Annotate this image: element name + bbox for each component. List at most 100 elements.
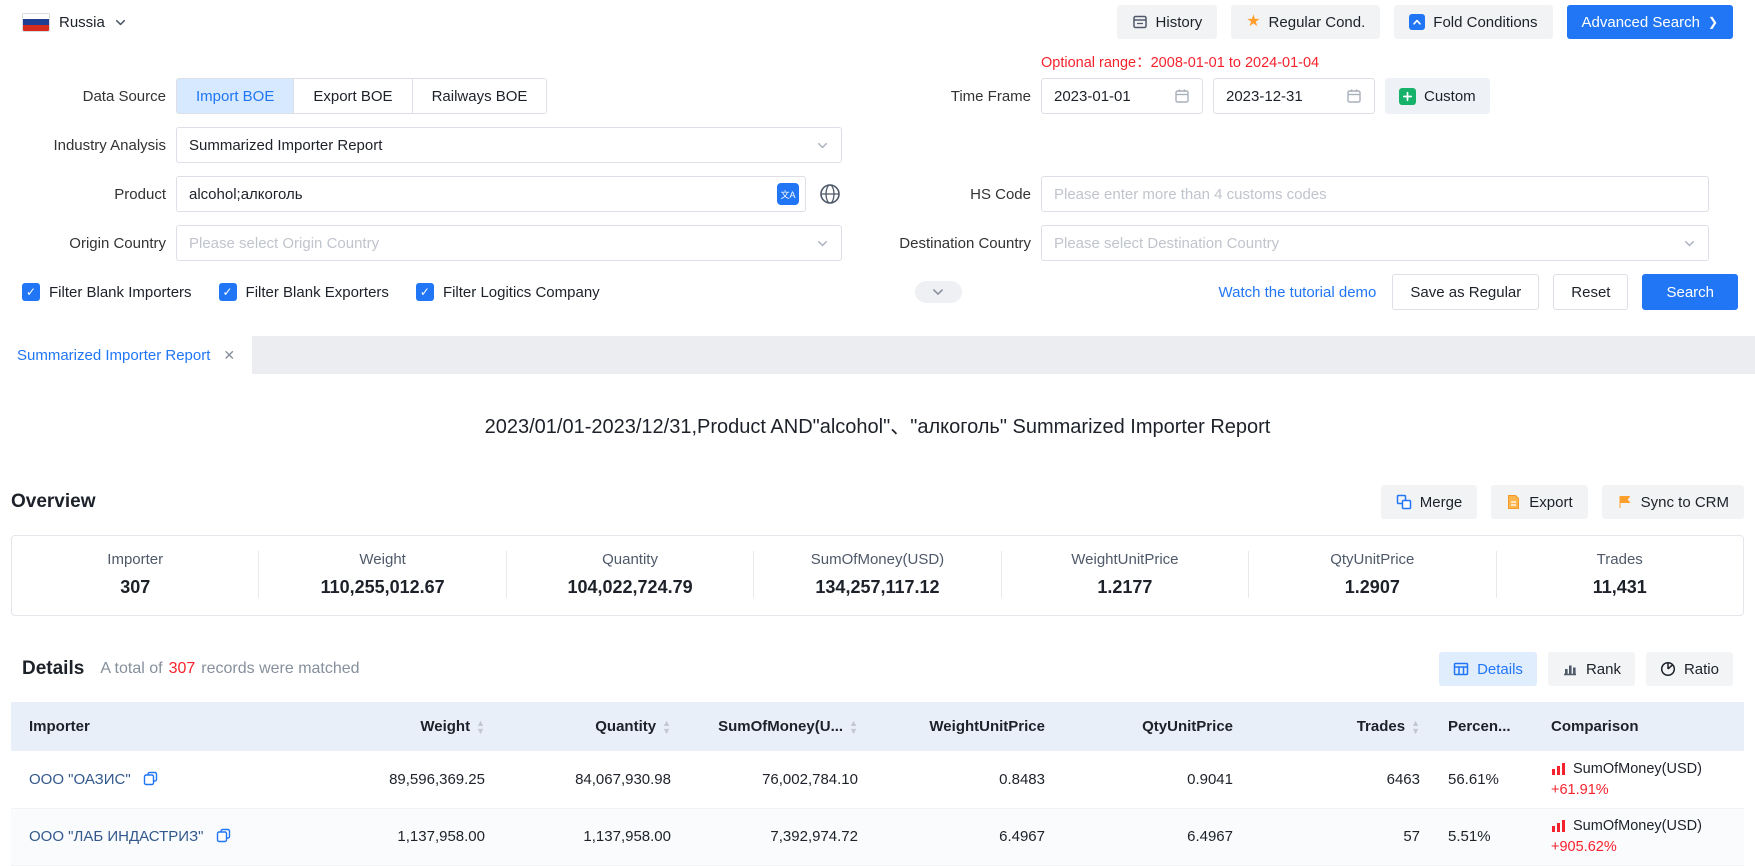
sync-to-crm-label: Sync to CRM [1641,494,1729,511]
details-table: Importer Weight▲▼ Quantity▲▼ SumOfMoney(… [11,702,1744,866]
chevron-down-icon [114,16,127,29]
sort-icon[interactable]: ▲▼ [476,719,485,735]
stat-value: 134,257,117.12 [754,577,1000,598]
collapse-toggle[interactable] [915,281,962,303]
tab-import-boe[interactable]: Import BOE [177,79,293,113]
qty-unit-price-cell: 6.4967 [1063,808,1251,865]
filter-blank-exporters-checkbox[interactable]: ✓ Filter Blank Exporters [219,283,389,301]
tab-summarized-importer-report[interactable]: Summarized Importer Report ✕ [0,336,252,374]
col-sum-of-money[interactable]: SumOfMoney(U...▲▼ [689,702,876,751]
table-row: ООО "ОАЗИС" 89,596,369.25 84,067,930.98 … [11,751,1744,808]
search-form: Optional range：2008-01-01 to 2024-01-04 … [0,44,1755,310]
col-weight-label: Weight [420,718,470,735]
filter-blank-importers-label: Filter Blank Importers [49,284,192,301]
comparison-label: SumOfMoney(USD) [1573,761,1702,777]
custom-range-button[interactable]: Custom [1385,78,1490,114]
form-row-product: Product 文A HS Code [0,176,1755,212]
view-details-label: Details [1477,661,1523,678]
sort-icon[interactable]: ▲▼ [1411,719,1420,735]
industry-analysis-select[interactable]: Summarized Importer Report [176,127,842,163]
view-ratio-label: Ratio [1684,661,1719,678]
matched-records-text: A total of307records were matched [100,660,359,678]
destination-country-label: Destination Country [842,235,1031,252]
col-trades-label: Trades [1357,718,1405,735]
col-quantity[interactable]: Quantity ▲▼ [503,702,689,751]
reset-button[interactable]: Reset [1553,274,1628,310]
importer-name-link[interactable]: ООО "ОАЗИС" [29,771,131,788]
origin-country-select[interactable]: Please select Origin Country [176,225,842,261]
star-icon: ★ [1246,14,1260,30]
form-row-countries: Origin Country Please select Origin Coun… [0,225,1755,261]
tab-railways-boe[interactable]: Railways BOE [412,79,547,113]
product-input[interactable] [176,176,806,212]
tab-close-icon[interactable]: ✕ [223,347,235,364]
col-quantity-label: Quantity [595,718,656,735]
sum-cell: 76,002,784.10 [689,751,876,808]
stat-sum-of-money: SumOfMoney(USD) 134,257,117.12 [754,551,1001,598]
advanced-search-button[interactable]: Advanced Search ❯ [1567,5,1733,39]
destination-country-select[interactable]: Please select Destination Country [1041,225,1709,261]
checkbox-check-icon: ✓ [219,283,237,301]
data-source-tabs: Import BOE Export BOE Railways BOE [176,78,547,114]
destination-country-placeholder: Please select Destination Country [1054,235,1279,252]
time-frame-label: Time Frame [842,88,1031,105]
rank-icon [1562,661,1578,677]
comparison-value: +905.62% [1551,839,1743,855]
export-button[interactable]: Export [1491,485,1587,519]
hs-code-input[interactable] [1041,176,1709,212]
importer-name-link[interactable]: ООО "ЛАБ ИНДАСТРИЗ" [29,828,203,845]
matched-count: 307 [169,660,196,677]
language-globe-icon[interactable] [818,182,842,206]
view-details-button[interactable]: Details [1439,652,1537,686]
stat-value: 104,022,724.79 [507,577,753,598]
stat-label: SumOfMoney(USD) [754,551,1000,568]
form-row-datasource: Data Source Import BOE Export BOE Railwa… [0,78,1755,114]
filter-blank-importers-checkbox[interactable]: ✓ Filter Blank Importers [22,283,192,301]
tab-title: Summarized Importer Report [17,347,210,364]
overview-header: Overview Merge Export Sync to CRM [0,485,1755,519]
date-to-input[interactable]: 2023-12-31 [1213,78,1375,114]
save-as-regular-button[interactable]: Save as Regular [1392,274,1539,310]
date-from-input[interactable]: 2023-01-01 [1041,78,1203,114]
fold-conditions-button[interactable]: Fold Conditions [1394,5,1552,39]
copy-icon[interactable] [216,828,231,843]
view-switcher: Details Rank Ratio [1439,652,1733,686]
history-button[interactable]: History [1117,5,1218,39]
regular-cond-label: Regular Cond. [1269,14,1366,31]
filter-logitics-company-checkbox[interactable]: ✓ Filter Logitics Company [416,283,600,301]
sync-to-crm-button[interactable]: Sync to CRM [1602,485,1744,519]
regular-cond-button[interactable]: ★ Regular Cond. [1231,5,1380,39]
qty-unit-price-cell: 0.9041 [1063,751,1251,808]
origin-country-label: Origin Country [0,235,166,252]
stat-importer: Importer 307 [12,551,259,598]
comparison-cell: SumOfMoney(USD) +905.62% [1538,808,1744,865]
origin-country-placeholder: Please select Origin Country [189,235,379,252]
merge-button[interactable]: Merge [1381,485,1478,519]
chevron-down-icon [931,285,945,299]
view-rank-button[interactable]: Rank [1548,652,1635,686]
table-header-row: Importer Weight▲▼ Quantity▲▼ SumOfMoney(… [11,702,1744,751]
table-row: ООО "ЛАБ ИНДАСТРИЗ" 1,137,958.00 1,137,9… [11,808,1744,865]
fold-conditions-icon [1409,14,1425,30]
sort-icon[interactable]: ▲▼ [662,719,671,735]
search-button[interactable]: Search [1642,274,1738,310]
export-icon [1506,494,1521,510]
tutorial-link[interactable]: Watch the tutorial demo [1219,284,1377,301]
stat-label: Importer [12,551,258,568]
weight-cell: 89,596,369.25 [317,751,503,808]
sync-crm-icon [1617,494,1633,510]
col-trades[interactable]: Trades ▲▼ [1251,702,1438,751]
history-label: History [1156,14,1203,31]
date-from-value: 2023-01-01 [1054,88,1131,105]
russia-flag-icon [22,13,50,32]
copy-icon[interactable] [143,771,158,786]
translate-icon[interactable]: 文A [777,183,799,205]
overview-stats-panel: Importer 307 Weight 110,255,012.67 Quant… [11,535,1744,616]
form-actions: Watch the tutorial demo Save as Regular … [1219,274,1755,310]
tab-export-boe[interactable]: Export BOE [293,79,411,113]
stat-label: Trades [1497,551,1743,568]
sort-icon[interactable]: ▲▼ [849,719,858,735]
country-selector[interactable]: Russia [22,13,127,32]
view-ratio-button[interactable]: Ratio [1646,652,1733,686]
col-weight[interactable]: Weight ▲▼ [317,702,503,751]
